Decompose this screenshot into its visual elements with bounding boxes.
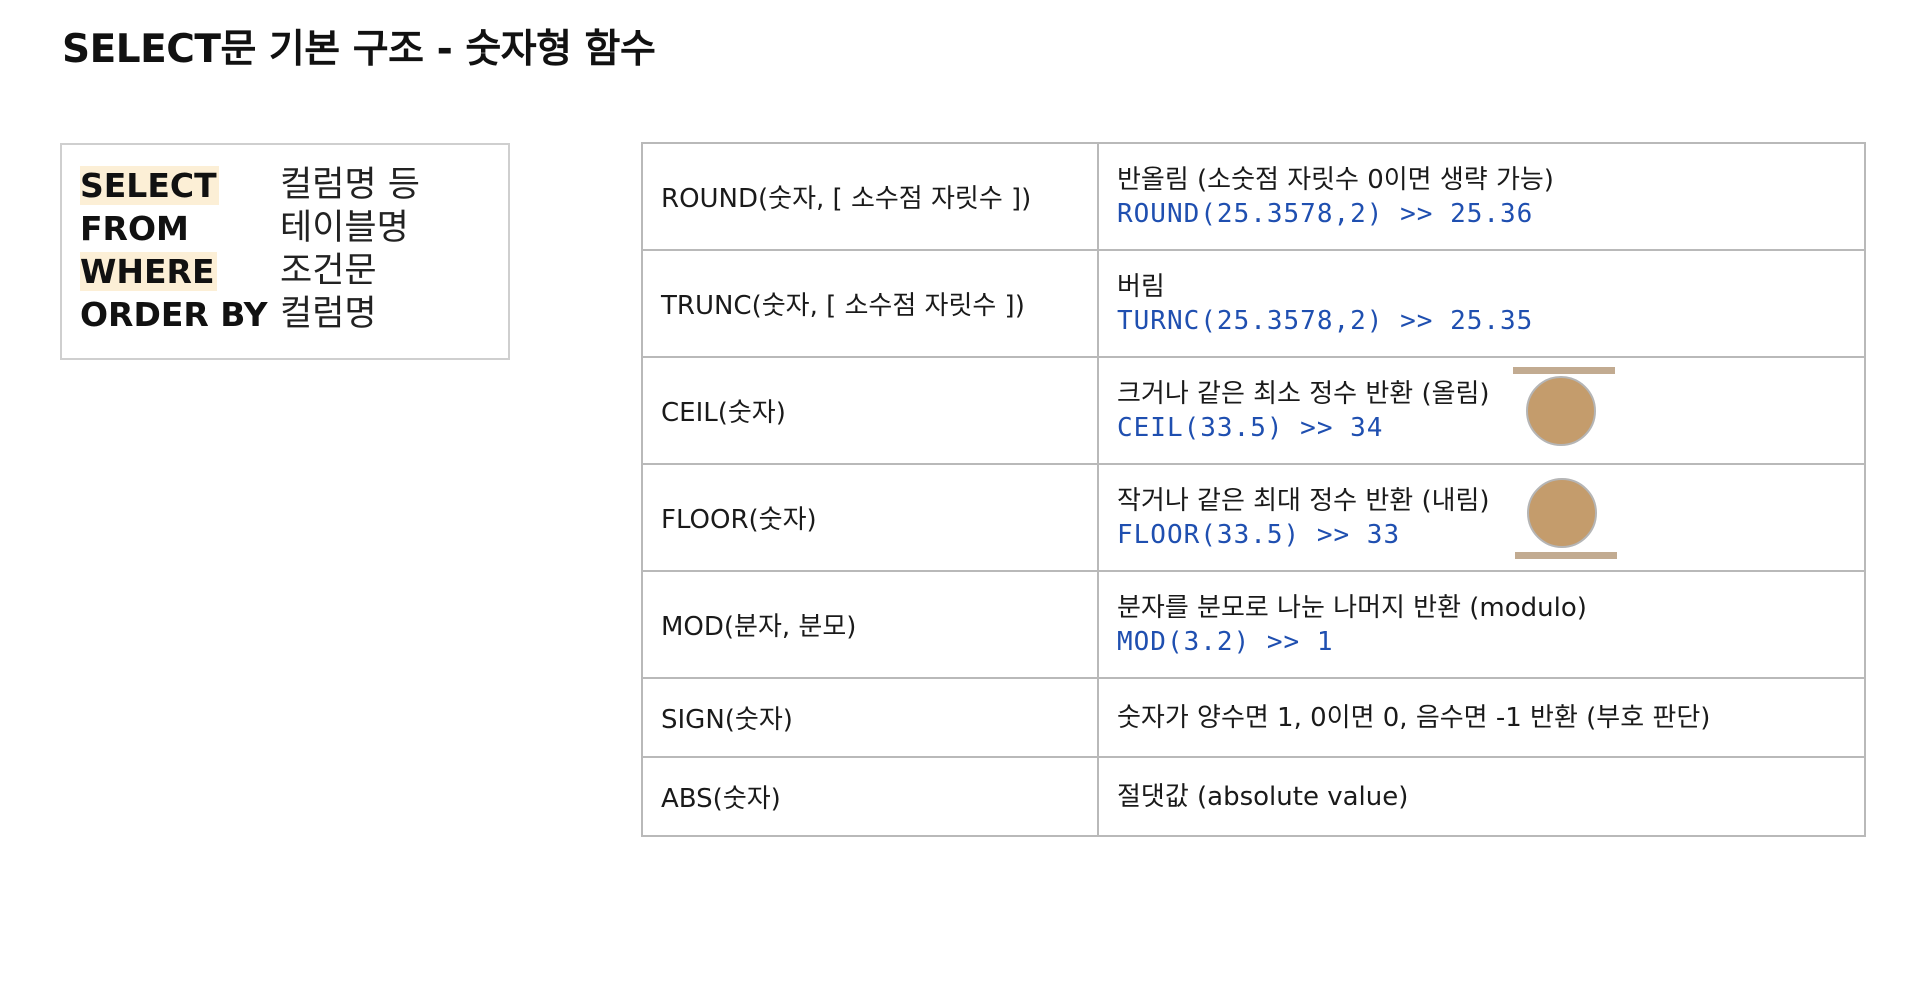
table-row: MOD(분자, 분모) 분자를 분모로 나눈 나머지 반환 (modulo) M… — [641, 570, 1866, 679]
function-name: ABS(숫자) — [641, 756, 1099, 837]
function-example: MOD(3.2) >> 1 — [1117, 626, 1334, 657]
keyword-where-value: 조건문 — [280, 251, 377, 291]
function-description: 작거나 같은 최대 정수 반환 (내림) — [1117, 485, 1490, 516]
function-example: CEIL(33.5) >> 34 — [1117, 412, 1384, 443]
select-syntax-box: SELECT 컬럼명 등 FROM 테이블명 WHERE 조건문 ORDER B… — [60, 143, 510, 360]
function-name: MOD(분자, 분모) — [641, 570, 1099, 679]
table-row: TRUNC(숫자, [ 소수점 자릿수 ]) 버림 TURNC(25.3578,… — [641, 249, 1866, 358]
function-description: 크거나 같은 최소 정수 반환 (올림) — [1117, 378, 1490, 409]
keyword-from: FROM — [80, 209, 189, 248]
keyword-order-by: ORDER BY — [80, 295, 268, 334]
function-description: 숫자가 양수면 1, 0이면 0, 음수면 -1 반환 (부호 판단) — [1117, 702, 1711, 733]
table-row: FLOOR(숫자) 작거나 같은 최대 정수 반환 (내림) FLOOR(33.… — [641, 463, 1866, 572]
keyword-select-value: 컬럼명 등 — [280, 165, 420, 205]
function-description: 절댓값 (absolute value) — [1117, 781, 1409, 812]
function-example: TURNC(25.3578,2) >> 25.35 — [1117, 305, 1534, 336]
function-description-cell: 크거나 같은 최소 정수 반환 (올림) CEIL(33.5) >> 34 — [1097, 356, 1866, 465]
table-row: SIGN(숫자) 숫자가 양수면 1, 0이면 0, 음수면 -1 반환 (부호… — [641, 677, 1866, 758]
function-description: 분자를 분모로 나눈 나머지 반환 (modulo) — [1117, 592, 1587, 623]
ceil-icon — [1513, 367, 1615, 446]
function-name: CEIL(숫자) — [641, 356, 1099, 465]
keyword-where: WHERE — [80, 252, 217, 291]
function-name: SIGN(숫자) — [641, 677, 1099, 758]
function-description-cell: 절댓값 (absolute value) — [1097, 756, 1866, 837]
function-description-cell: 분자를 분모로 나눈 나머지 반환 (modulo) MOD(3.2) >> 1 — [1097, 570, 1866, 679]
function-description-cell: 숫자가 양수면 1, 0이면 0, 음수면 -1 반환 (부호 판단) — [1097, 677, 1866, 758]
numeric-function-table: ROUND(숫자, [ 소수점 자릿수 ]) 반올림 (소숫점 자릿수 0이면 … — [641, 142, 1866, 837]
function-example: ROUND(25.3578,2) >> 25.36 — [1117, 198, 1534, 229]
keyword-from-value: 테이블명 — [280, 208, 409, 248]
select-syntax-grid: SELECT 컬럼명 등 FROM 테이블명 WHERE 조건문 ORDER B… — [80, 164, 420, 336]
table-row: ROUND(숫자, [ 소수점 자릿수 ]) 반올림 (소숫점 자릿수 0이면 … — [641, 142, 1866, 251]
function-name: TRUNC(숫자, [ 소수점 자릿수 ]) — [641, 249, 1099, 358]
function-example: FLOOR(33.5) >> 33 — [1117, 519, 1401, 550]
function-description: 버림 — [1117, 271, 1165, 302]
function-description-cell: 반올림 (소숫점 자릿수 0이면 생략 가능) ROUND(25.3578,2)… — [1097, 142, 1866, 251]
function-name: ROUND(숫자, [ 소수점 자릿수 ]) — [641, 142, 1099, 251]
function-name: FLOOR(숫자) — [641, 463, 1099, 572]
floor-icon — [1515, 478, 1617, 559]
function-description: 반올림 (소숫점 자릿수 0이면 생략 가능) — [1117, 164, 1554, 195]
table-row: CEIL(숫자) 크거나 같은 최소 정수 반환 (올림) CEIL(33.5)… — [641, 356, 1866, 465]
function-description-cell: 버림 TURNC(25.3578,2) >> 25.35 — [1097, 249, 1866, 358]
table-row: ABS(숫자) 절댓값 (absolute value) — [641, 756, 1866, 837]
function-description-cell: 작거나 같은 최대 정수 반환 (내림) FLOOR(33.5) >> 33 — [1097, 463, 1866, 572]
page-title: SELECT문 기본 구조 - 숫자형 함수 — [62, 27, 656, 72]
keyword-order-by-value: 컬럼명 — [280, 294, 377, 334]
keyword-select: SELECT — [80, 166, 219, 205]
